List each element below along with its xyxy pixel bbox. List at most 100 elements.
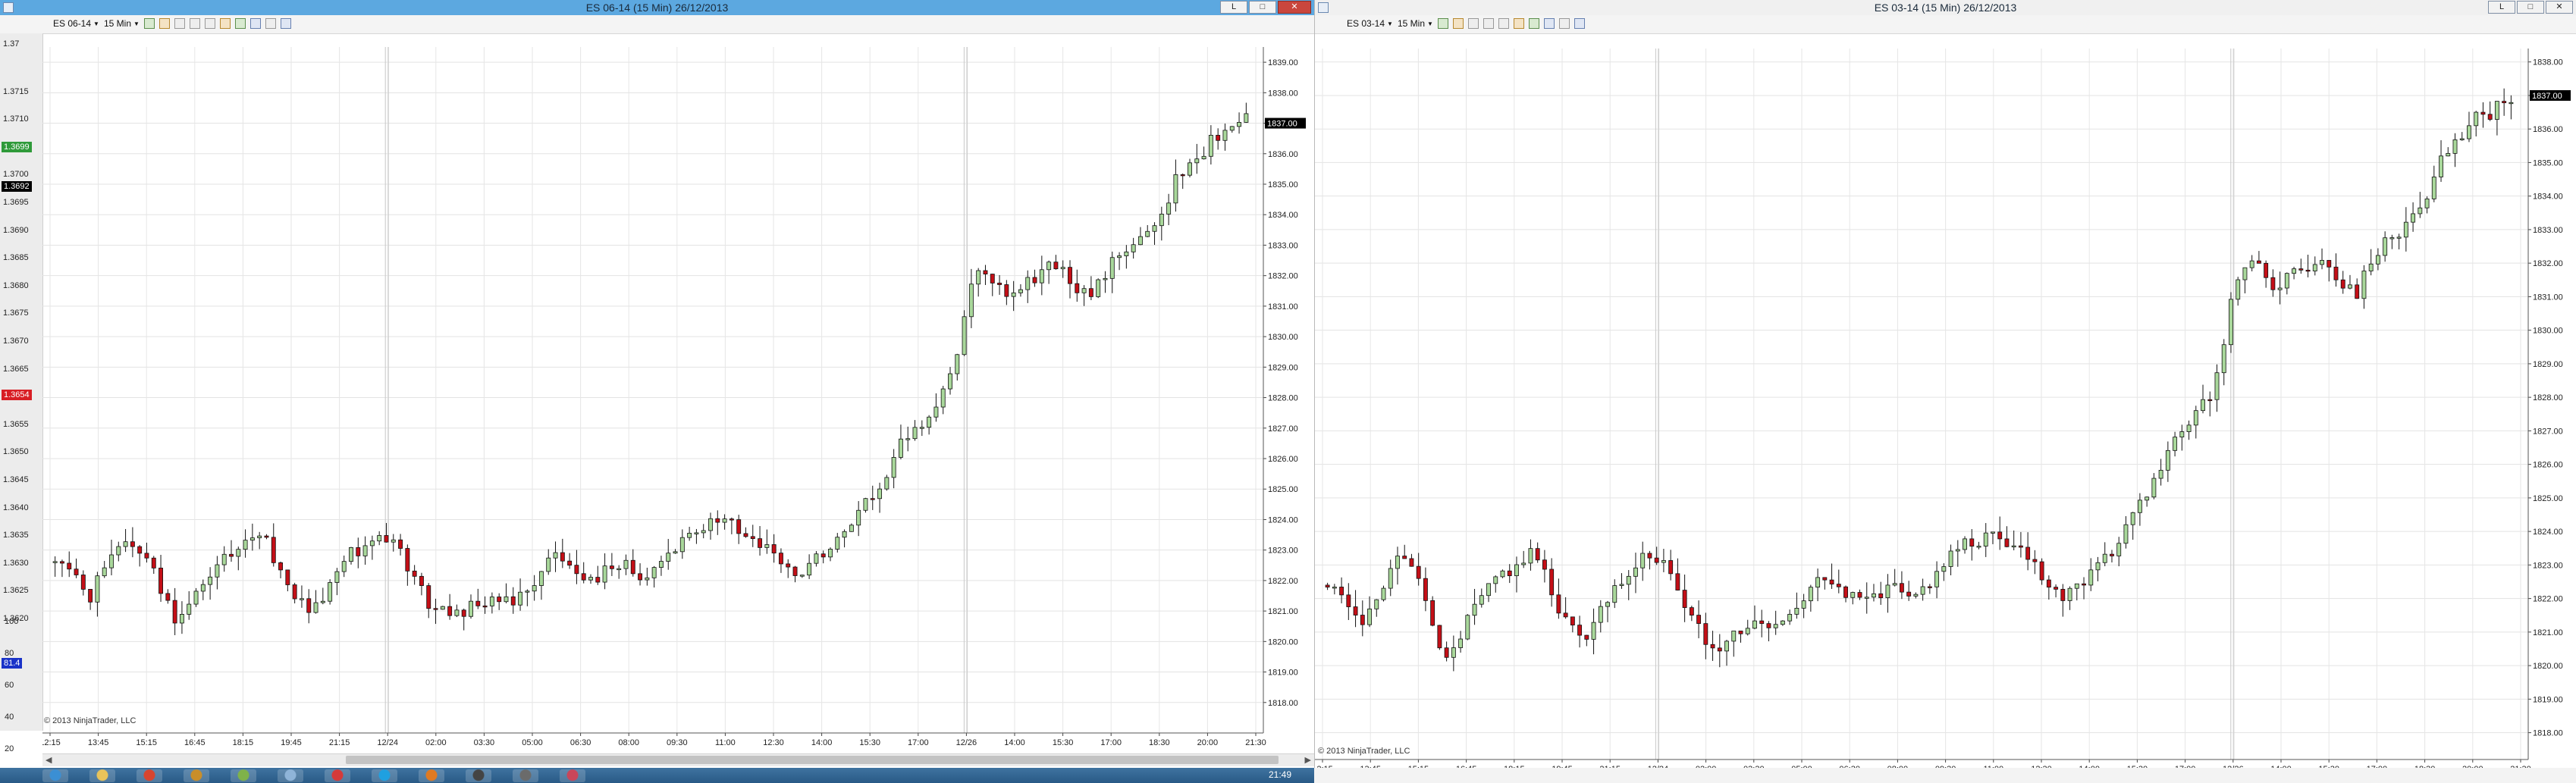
down-candle bbox=[2333, 266, 2339, 280]
app-icon[interactable] bbox=[513, 769, 538, 782]
minimize-button[interactable]: L bbox=[2488, 1, 2515, 14]
up-candle bbox=[193, 590, 199, 605]
up-candle bbox=[2074, 583, 2079, 589]
snapshot-icon[interactable] bbox=[1574, 18, 1585, 29]
scroll-right-arrow-icon[interactable]: ▶ bbox=[1305, 754, 1311, 766]
chart-trader-icon[interactable] bbox=[1543, 18, 1555, 29]
strategies-icon[interactable] bbox=[1528, 18, 1539, 29]
data-box-icon[interactable] bbox=[265, 18, 276, 29]
down-candle bbox=[482, 605, 488, 608]
down-candle bbox=[419, 575, 424, 586]
ninjatrader-icon[interactable] bbox=[184, 769, 209, 782]
start-orb-icon[interactable] bbox=[42, 769, 68, 782]
up-candle bbox=[2292, 268, 2297, 274]
left-window-title: ES 06-14 (15 Min) 26/12/2013 bbox=[585, 2, 729, 14]
down-candle bbox=[595, 577, 601, 583]
pencil-icon[interactable] bbox=[158, 18, 170, 29]
scroll-left-arrow-icon[interactable]: ◀ bbox=[45, 754, 52, 766]
right-title-bar[interactable]: ES 03-14 (15 Min) 26/12/2013 L □ ✕ bbox=[1315, 0, 2576, 15]
indicators-icon[interactable] bbox=[219, 18, 231, 29]
close-button[interactable]: ✕ bbox=[2546, 1, 2573, 14]
up-candle bbox=[313, 602, 318, 613]
zoom-icon[interactable] bbox=[189, 18, 200, 29]
price-tick-label: 1828.00 bbox=[2533, 393, 2563, 402]
secondary-axis-label: 1.37 bbox=[3, 39, 20, 49]
up-candle bbox=[215, 564, 220, 578]
firefox-icon[interactable] bbox=[419, 769, 444, 782]
properties-icon[interactable] bbox=[204, 18, 215, 29]
up-candle bbox=[1229, 126, 1235, 131]
down-candle bbox=[2018, 545, 2023, 548]
down-candle bbox=[1577, 625, 1583, 636]
up-candle bbox=[1963, 538, 1967, 550]
terminal-icon[interactable] bbox=[466, 769, 491, 782]
up-candle bbox=[200, 584, 206, 592]
down-candle bbox=[74, 568, 79, 575]
mail-icon[interactable] bbox=[560, 769, 585, 782]
strategies-icon[interactable] bbox=[234, 18, 246, 29]
up-candle bbox=[976, 270, 981, 285]
folder-icon[interactable] bbox=[89, 769, 115, 782]
secondary-axis-label: 1.3665 bbox=[3, 364, 29, 374]
time-tick-label: 15:30 bbox=[859, 738, 880, 747]
secondary-axis-label: 1.3715 bbox=[3, 86, 29, 96]
left-price-chart[interactable]: 1818.00 1819.00 1820.00 1821.00 1822.00 1823.… bbox=[42, 33, 1314, 753]
up-candle bbox=[299, 598, 304, 600]
data-box-icon[interactable] bbox=[1558, 18, 1570, 29]
secondary-axis-green-tag: 1.3699 bbox=[2, 142, 32, 152]
up-candle bbox=[1096, 279, 1101, 297]
crosshair-icon[interactable] bbox=[1467, 18, 1479, 29]
down-candle bbox=[1416, 565, 1421, 579]
down-candle bbox=[151, 557, 156, 568]
instrument-selector[interactable]: ES 06-14 ▼ bbox=[53, 18, 99, 29]
down-candle bbox=[581, 573, 586, 581]
down-candle bbox=[2340, 279, 2345, 289]
up-candle bbox=[673, 551, 678, 554]
chevron-down-icon: ▼ bbox=[133, 20, 140, 27]
up-candle bbox=[1152, 225, 1157, 232]
snapshot-icon[interactable] bbox=[280, 18, 291, 29]
bar-type-icon[interactable] bbox=[1437, 18, 1448, 29]
maximize-button[interactable]: □ bbox=[1249, 1, 1276, 14]
up-candle bbox=[1885, 584, 1890, 599]
down-candle bbox=[2502, 101, 2507, 104]
up-candle bbox=[722, 518, 727, 523]
indicators-icon[interactable] bbox=[1513, 18, 1524, 29]
interval-selector[interactable]: 15 Min ▼ bbox=[1398, 18, 1433, 29]
left-horizontal-scrollbar[interactable]: ◀ ▶ bbox=[42, 753, 1314, 766]
left-title-bar[interactable]: ES 06-14 (15 Min) 26/12/2013 L □ ✕ bbox=[0, 0, 1314, 15]
down-candle bbox=[560, 552, 565, 562]
window-icon[interactable] bbox=[278, 769, 303, 782]
minimize-button[interactable]: L bbox=[1220, 1, 1247, 14]
up-candle bbox=[1451, 647, 1456, 658]
up-candle bbox=[1166, 202, 1172, 215]
tool-icon[interactable] bbox=[231, 769, 256, 782]
down-candle bbox=[1535, 548, 1540, 561]
media-icon[interactable] bbox=[325, 769, 350, 782]
close-button[interactable]: ✕ bbox=[1278, 1, 1311, 14]
instrument-selector[interactable]: ES 03-14 ▼ bbox=[1347, 18, 1393, 29]
down-candle bbox=[1689, 607, 1694, 615]
right-chart-window: ES 03-14 (15 Min) 26/12/2013 L □ ✕ ES 03… bbox=[1314, 0, 2576, 783]
chart-trader-icon[interactable] bbox=[249, 18, 261, 29]
chrome-icon[interactable] bbox=[136, 769, 162, 782]
interval-selector[interactable]: 15 Min ▼ bbox=[104, 18, 140, 29]
crosshair-icon[interactable] bbox=[174, 18, 185, 29]
bar-type-icon[interactable] bbox=[143, 18, 155, 29]
up-candle bbox=[1244, 113, 1249, 123]
price-tick-label: 1819.00 bbox=[1268, 669, 1298, 678]
zoom-icon[interactable] bbox=[1483, 18, 1494, 29]
up-candle bbox=[1941, 566, 1947, 572]
scrollbar-thumb[interactable] bbox=[346, 756, 1279, 764]
properties-icon[interactable] bbox=[1498, 18, 1509, 29]
up-candle bbox=[588, 577, 593, 581]
down-candle bbox=[1216, 134, 1221, 141]
up-candle bbox=[912, 427, 918, 440]
maximize-button[interactable]: □ bbox=[2517, 1, 2544, 14]
skype-icon[interactable] bbox=[372, 769, 397, 782]
up-candle bbox=[2179, 431, 2185, 438]
up-candle bbox=[1976, 546, 1981, 548]
secondary-axis-label: 1.3650 bbox=[3, 447, 29, 457]
pencil-icon[interactable] bbox=[1452, 18, 1464, 29]
right-price-chart[interactable]: 1818.00 1819.00 1820.00 1821.00 1822.00 1823.… bbox=[1315, 33, 2576, 772]
